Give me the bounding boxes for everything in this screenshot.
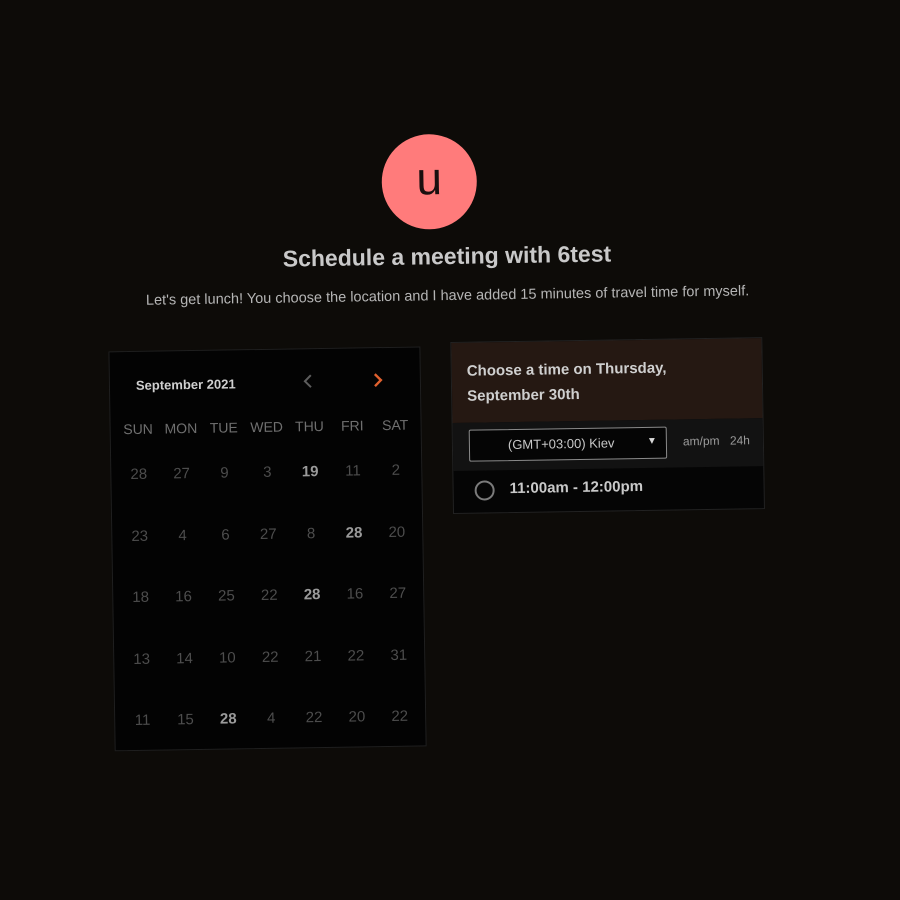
- calendar-month-label: September 2021: [135, 376, 236, 393]
- calendar-day-available[interactable]: 28: [290, 564, 334, 626]
- calendar-day: 16: [175, 588, 193, 606]
- calendar-day: 22: [391, 707, 409, 725]
- chevron-right-icon: [373, 373, 383, 388]
- calendar-day: 27: [259, 525, 277, 543]
- calendar-day: 31: [390, 646, 408, 664]
- radio-icon: [474, 480, 495, 501]
- previous-month-button[interactable]: [296, 369, 320, 393]
- calendar-day: 16: [346, 585, 364, 603]
- calendar-day: 25: [217, 587, 235, 605]
- booking-content: u Schedule a meeting with 6test Let's ge…: [0, 0, 900, 900]
- calendar-day: 11: [134, 711, 151, 729]
- calendar-day: 28: [130, 465, 148, 484]
- caret-down-icon: ▼: [646, 435, 657, 447]
- weekday-header: THU: [294, 417, 324, 435]
- host-avatar: u: [381, 133, 478, 231]
- calendar-day: 27: [389, 584, 407, 602]
- calendar-day-available[interactable]: 28: [332, 502, 376, 564]
- calendar-day: 22: [347, 646, 365, 665]
- avatar-initial: u: [416, 152, 443, 205]
- timezone-select[interactable]: (GMT+03:00) Kiev ▼: [468, 426, 668, 462]
- event-description: Let's get lunch! You choose the location…: [145, 283, 750, 309]
- time-slot-panel: Choose a time on Thursday, September 30t…: [450, 337, 765, 514]
- calendar-day: 21: [304, 647, 322, 665]
- booking-page: u Schedule a meeting with 6test Let's ge…: [0, 0, 900, 900]
- chevron-left-icon: [303, 374, 312, 388]
- time-slot-label: 11:00am - 12:00pm: [509, 477, 644, 498]
- calendar-day: 2: [391, 461, 401, 479]
- calendar-grid: SUN MON TUE WED THU FRI SAT 28 27 9 3 19 11 2 23 4 6 27 8 2…: [116, 410, 421, 752]
- calendar-day: 8: [306, 524, 316, 542]
- calendar-day: 9: [220, 464, 229, 482]
- calendar-day: 10: [218, 648, 236, 667]
- calendar-day: 6: [221, 525, 230, 544]
- time-slot-option[interactable]: 11:00am - 12:00pm: [453, 466, 764, 513]
- weekday-header: TUE: [209, 419, 238, 436]
- weekday-header: SAT: [381, 416, 409, 434]
- weekday-header: MON: [164, 419, 198, 437]
- calendar-day: 4: [178, 526, 187, 544]
- calendar-day: 23: [131, 527, 149, 545]
- calendar-day: 18: [132, 588, 150, 607]
- selected-date-heading: Choose a time on Thursday, September 30t…: [466, 359, 667, 405]
- weekday-header: FRI: [340, 417, 364, 434]
- calendar-day: 11: [345, 462, 361, 480]
- calendar-day: 4: [266, 709, 276, 727]
- calendar-day: 27: [173, 465, 191, 483]
- next-month-button[interactable]: [366, 368, 390, 392]
- timezone-value: (GMT+03:00) Kiev: [507, 435, 615, 453]
- weekday-header: SUN: [123, 420, 153, 438]
- page-title: Schedule a meeting with 6test: [282, 240, 612, 272]
- calendar-day: 13: [133, 650, 151, 668]
- format-ampm-toggle[interactable]: am/pm: [683, 434, 720, 449]
- calendar-day: 14: [176, 649, 193, 667]
- time-panel-toolbar: (GMT+03:00) Kiev ▼ am/pm 24h: [452, 418, 764, 471]
- weekday-header: WED: [250, 418, 284, 436]
- calendar-day: 3: [263, 463, 272, 481]
- calendar-day-available[interactable]: 19: [288, 441, 332, 503]
- format-24h-toggle[interactable]: 24h: [730, 433, 750, 447]
- calendar-day: 22: [260, 586, 278, 604]
- calendar-day: 20: [388, 523, 406, 541]
- calendar-day-available[interactable]: 28: [206, 688, 250, 750]
- calendar-day: 22: [261, 648, 279, 666]
- calendar-day: 22: [305, 709, 323, 727]
- date-picker-calendar: September 2021 SUN MON TUE WED THU FRI SAT 28 27…: [108, 346, 427, 752]
- time-panel-header: Choose a time on Thursday, September 30t…: [451, 338, 763, 423]
- calendar-day: 20: [348, 708, 366, 726]
- calendar-day: 15: [176, 711, 194, 729]
